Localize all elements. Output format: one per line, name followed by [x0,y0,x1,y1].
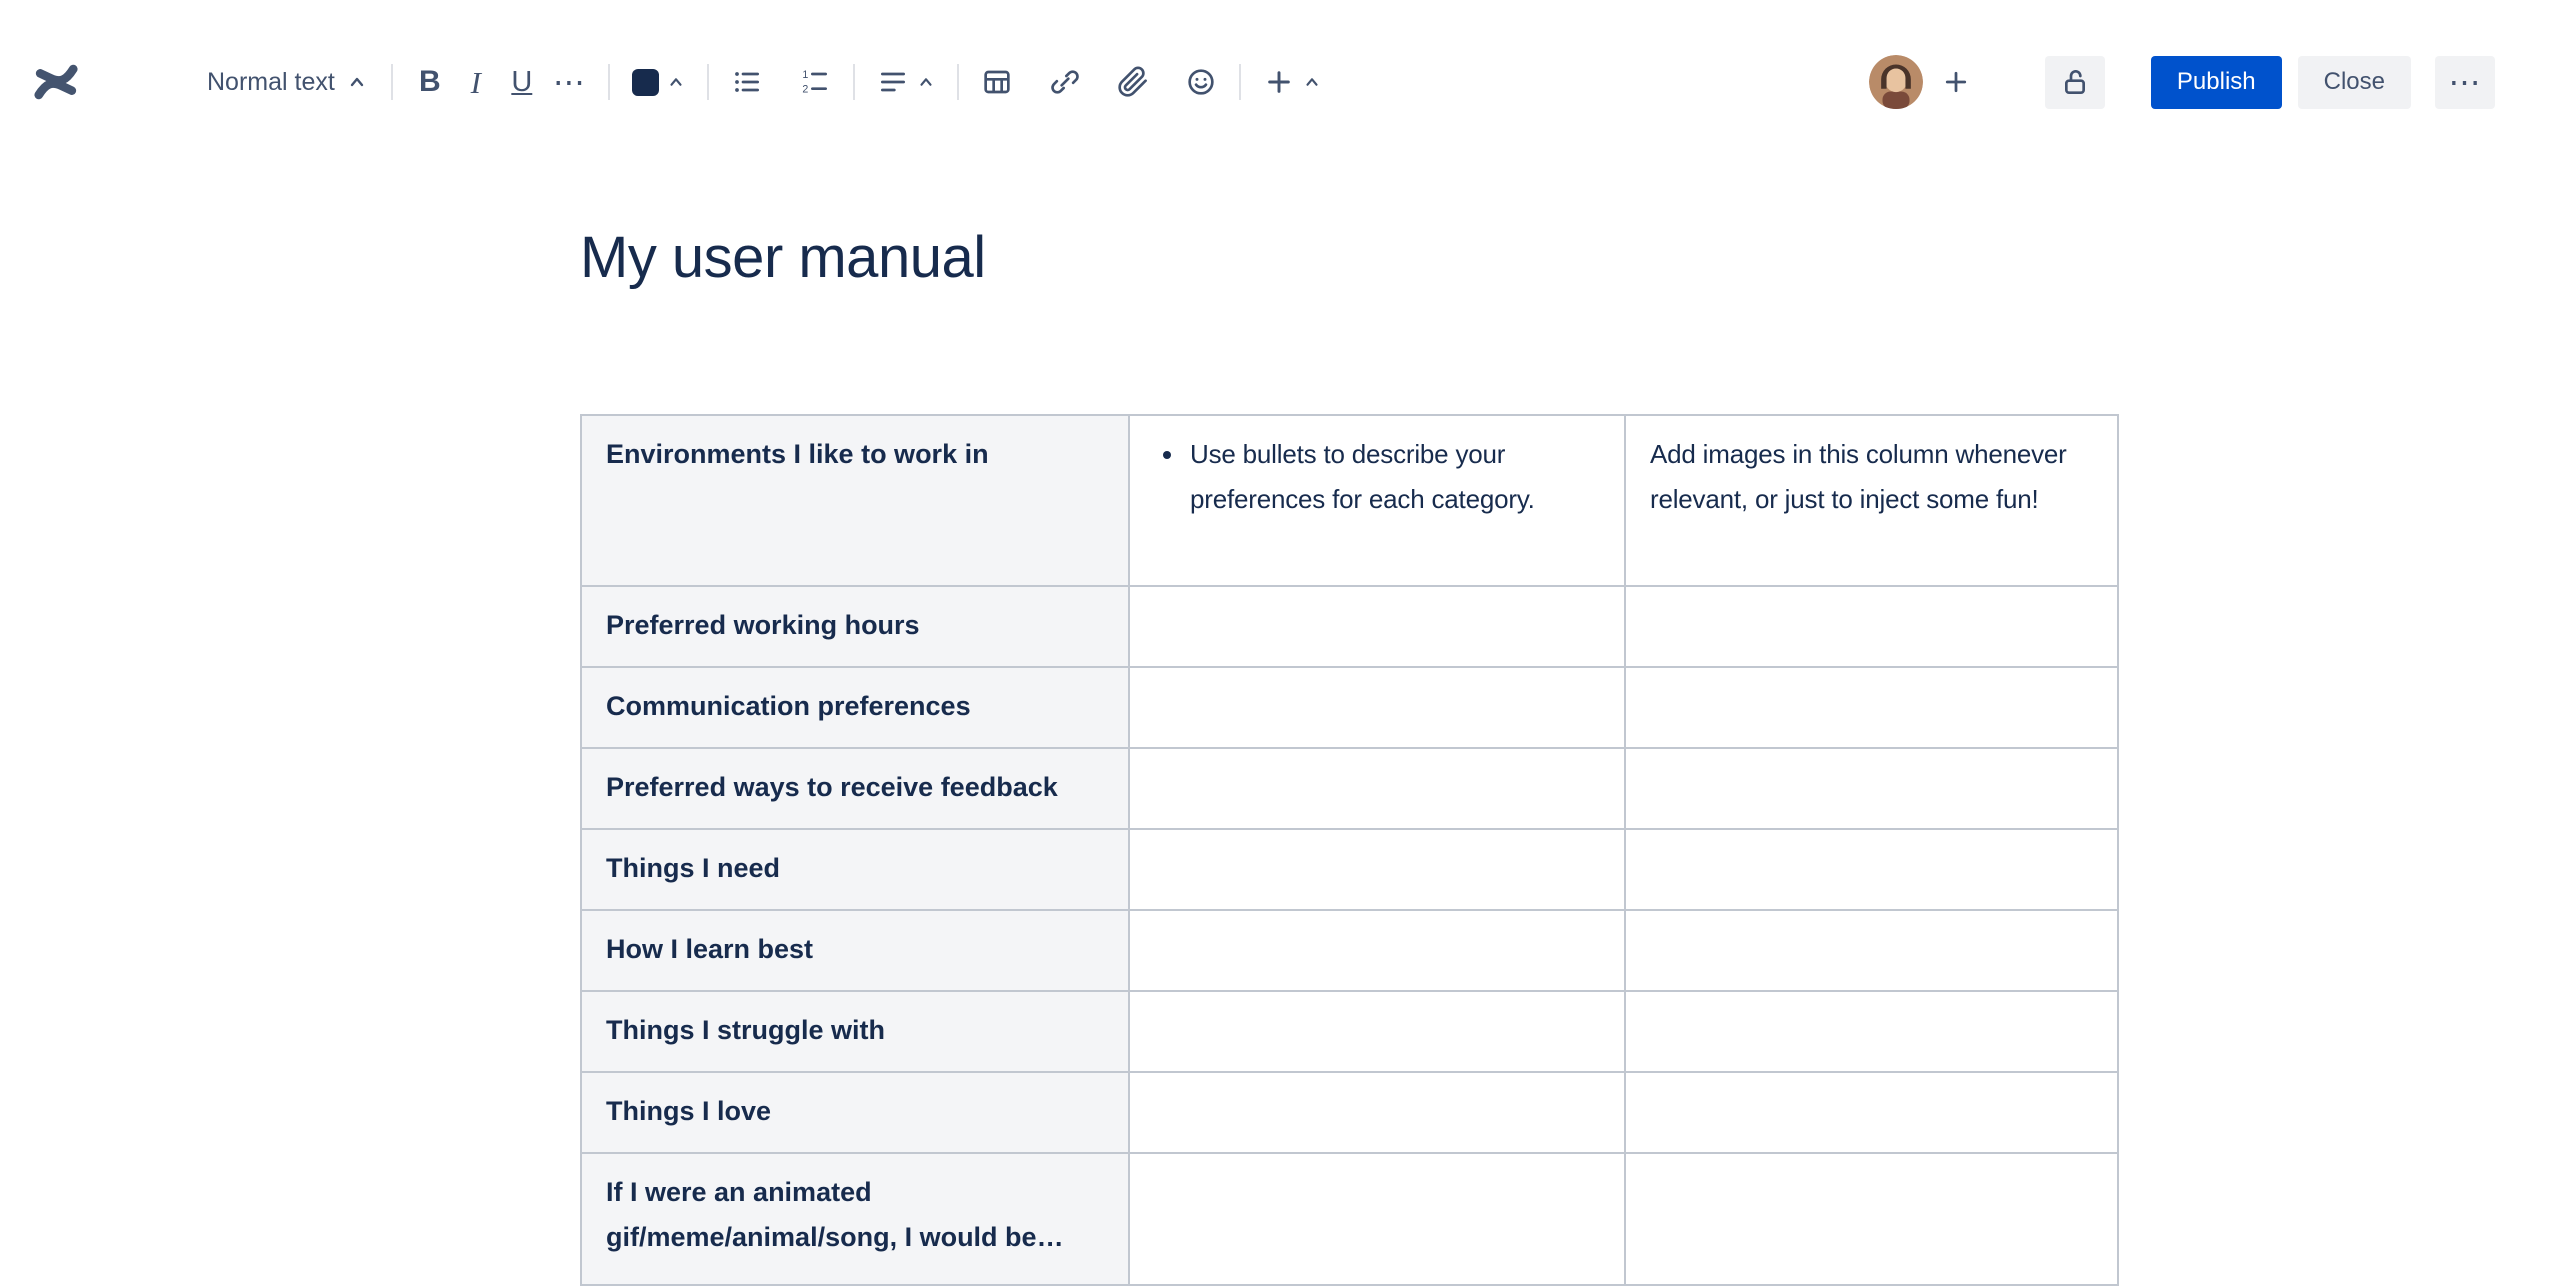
table-cell[interactable] [1128,1152,1626,1286]
link-button[interactable] [1041,56,1089,108]
page-title[interactable]: My user manual [580,222,986,294]
row-label-cell[interactable]: Environments I like to work in [580,414,1130,587]
svg-text:1: 1 [802,69,808,81]
italic-button[interactable]: I [453,56,499,108]
table-row: Preferred ways to receive feedback [580,747,2119,830]
confluence-logo[interactable] [33,56,79,108]
table-cell[interactable] [1128,909,1626,992]
more-actions-button[interactable]: ⋯ [2435,55,2495,109]
unlock-icon [2059,66,2091,98]
plus-icon [1941,67,1971,97]
numbered-list-button[interactable]: 1 2 [791,56,839,108]
text-style-label: Normal text [207,67,335,96]
close-button[interactable]: Close [2297,55,2411,109]
table-cell[interactable] [1624,585,2119,668]
text-color-dropdown[interactable] [624,56,693,108]
svg-text:2: 2 [802,84,808,96]
bullet-list-icon [731,66,763,98]
table-row: How I learn best [580,909,2119,992]
table-cell[interactable] [1128,1071,1626,1154]
chevron-up-icon [667,73,685,91]
row-label-cell[interactable]: Things I love [580,1071,1130,1154]
emoji-icon [1185,66,1217,98]
bullet-item[interactable]: Use bullets to describe your preferences… [1186,432,1596,522]
toolbar-divider [706,64,709,100]
text-color-swatch-icon [631,68,659,96]
table-cell[interactable]: Add images in this column whenever relev… [1624,414,2119,587]
table-cell[interactable] [1128,828,1626,911]
row-label-cell[interactable]: Preferred ways to receive feedback [580,747,1130,830]
restrictions-button[interactable] [2044,55,2105,109]
toolbar-divider [956,64,959,100]
row-label-cell[interactable]: If I were an animated gif/meme/animal/so… [580,1152,1130,1286]
insert-element-dropdown[interactable] [1255,56,1329,108]
table-row: If I were an animated gif/meme/animal/so… [580,1152,2119,1286]
table-cell[interactable] [1128,585,1626,668]
table-cell[interactable] [1624,1152,2119,1286]
table-cell[interactable] [1624,1071,2119,1154]
bullet-list: Use bullets to describe your preferences… [1154,432,1596,522]
table-cell[interactable] [1624,666,2119,749]
confluence-logo-icon [33,59,79,105]
toolbar-divider [607,64,610,100]
bullet-list-button[interactable] [723,56,771,108]
row-label-cell[interactable]: Preferred working hours [580,585,1130,668]
row-label-cell[interactable]: Things I struggle with [580,990,1130,1073]
numbered-list-icon: 1 2 [799,66,831,98]
table-cell[interactable] [1128,747,1626,830]
table-row: Environments I like to work in Use bulle… [580,414,2119,587]
emoji-button[interactable] [1177,56,1225,108]
editor-toolbar: Normal text B I U ⋯ 1 2 Publish Close ⋯ [0,0,2552,164]
formatting-toolbar: Normal text B I U ⋯ 1 2 [197,56,1329,108]
table-cell[interactable] [1624,909,2119,992]
table-cell[interactable] [1128,990,1626,1073]
table-row: Things I need [580,828,2119,911]
chevron-up-icon [1303,73,1321,91]
link-icon [1049,66,1081,98]
attachment-button[interactable] [1109,56,1157,108]
avatar[interactable] [1868,55,1923,109]
plus-icon [1263,66,1295,98]
toolbar-divider [852,64,855,100]
more-formatting-icon: ⋯ [552,64,586,100]
bold-icon: B [418,65,441,98]
table-cell[interactable] [1624,990,2119,1073]
paperclip-icon [1117,66,1149,98]
table-row: Things I love [580,1071,2119,1154]
toolbar-divider [1238,64,1241,100]
more-actions-icon: ⋯ [2448,64,2482,100]
italic-icon: I [470,64,481,100]
row-label-cell[interactable]: Things I need [580,828,1130,911]
align-left-icon [877,66,909,98]
bold-button[interactable]: B [407,56,453,108]
table-cell[interactable] [1624,747,2119,830]
chevron-up-icon [347,72,367,92]
insert-table-button[interactable] [973,56,1021,108]
underline-icon: U [511,65,533,98]
row-label-cell[interactable]: How I learn best [580,909,1130,992]
table-cell[interactable] [1128,666,1626,749]
alignment-dropdown[interactable] [869,56,943,108]
row-label-cell[interactable]: Communication preferences [580,666,1130,749]
underline-button[interactable]: U [499,56,545,108]
table-icon [981,66,1013,98]
table-cell[interactable]: Use bullets to describe your preferences… [1128,414,1626,587]
add-collaborator-button[interactable] [1933,56,1979,108]
toolbar-divider [390,64,393,100]
table-row: Communication preferences [580,666,2119,749]
toolbar-actions: Publish Close ⋯ [1868,55,2495,109]
more-formatting-button[interactable]: ⋯ [545,56,594,108]
user-manual-table: Environments I like to work in Use bulle… [580,414,2119,1286]
text-style-dropdown[interactable]: Normal text [197,56,377,108]
publish-button[interactable]: Publish [2150,55,2282,109]
chevron-up-icon [917,73,935,91]
table-row: Preferred working hours [580,585,2119,668]
table-cell[interactable] [1624,828,2119,911]
table-row: Things I struggle with [580,990,2119,1073]
